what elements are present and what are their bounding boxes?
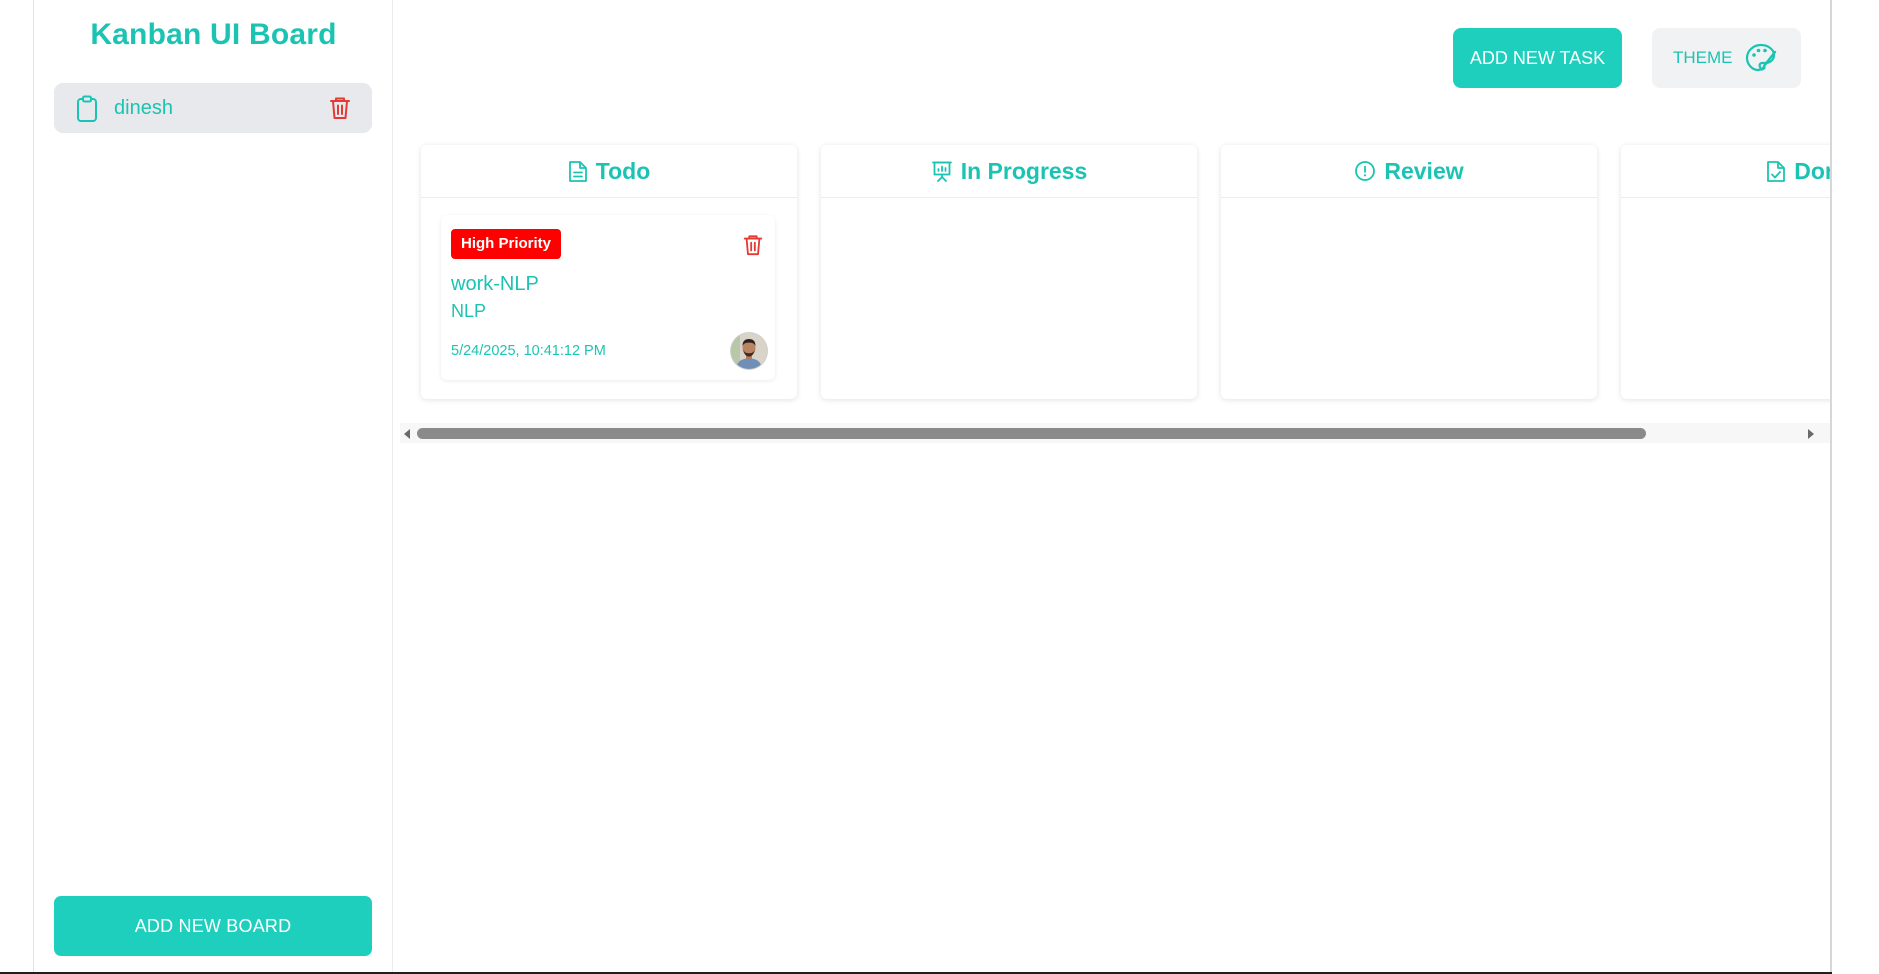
palette-icon bbox=[1745, 43, 1777, 72]
add-new-board-button[interactable]: ADD NEW BOARD bbox=[54, 896, 372, 956]
kanban-app: Kanban UI Board dinesh ADD NEW BOARD ADD… bbox=[0, 0, 1879, 974]
board-name: dinesh bbox=[114, 97, 173, 119]
sidebar: Kanban UI Board dinesh ADD NEW BOARD bbox=[34, 0, 393, 972]
add-new-task-button[interactable]: ADD NEW TASK bbox=[1453, 28, 1622, 88]
trash-icon[interactable] bbox=[742, 233, 764, 257]
theme-button[interactable]: THEME bbox=[1652, 28, 1801, 88]
scroll-left-arrow-icon[interactable] bbox=[400, 427, 414, 441]
column-header-done: Done bbox=[1621, 145, 1830, 198]
scrollbar-thumb[interactable] bbox=[417, 428, 1646, 439]
presentation-chart-icon bbox=[931, 161, 952, 182]
column-in-progress: In Progress bbox=[821, 145, 1197, 399]
column-title: Done bbox=[1794, 157, 1830, 184]
column-header-in-progress: In Progress bbox=[821, 145, 1197, 198]
file-check-icon bbox=[1767, 160, 1786, 182]
horizontal-scrollbar[interactable] bbox=[400, 423, 1830, 443]
task-card[interactable]: High Priority work-NLP NLP 5/24/2025, 10… bbox=[441, 215, 775, 380]
column-title: Todo bbox=[595, 157, 651, 184]
scroll-right-arrow-icon[interactable] bbox=[1804, 427, 1818, 441]
column-done: Done bbox=[1621, 145, 1830, 399]
column-header-review: Review bbox=[1221, 145, 1597, 198]
task-date: 5/24/2025, 10:41:12 PM bbox=[451, 343, 606, 359]
task-description: NLP bbox=[451, 301, 487, 321]
trash-icon[interactable] bbox=[328, 95, 352, 121]
column-todo: Todo High Priority work-NLP NLP 5/24/202… bbox=[421, 145, 797, 399]
avatar bbox=[731, 333, 767, 369]
column-title: In Progress bbox=[960, 157, 1088, 184]
alert-circle-icon bbox=[1355, 161, 1376, 181]
user-avatar-image bbox=[731, 333, 767, 369]
column-title: Review bbox=[1384, 157, 1464, 184]
sidebar-board-item-dinesh[interactable]: dinesh bbox=[54, 83, 372, 133]
file-text-icon bbox=[568, 160, 587, 182]
frame-divider-right bbox=[1830, 0, 1832, 974]
board-columns-area: Todo High Priority work-NLP NLP 5/24/202… bbox=[400, 130, 1830, 415]
column-review: Review bbox=[1221, 145, 1597, 399]
task-title: work-NLP bbox=[451, 273, 539, 295]
column-header-todo: Todo bbox=[421, 145, 797, 198]
theme-label: THEME bbox=[1673, 48, 1733, 67]
priority-badge: High Priority bbox=[451, 229, 562, 259]
app-title: Kanban UI Board bbox=[90, 18, 337, 51]
clipboard-icon bbox=[77, 95, 97, 122]
